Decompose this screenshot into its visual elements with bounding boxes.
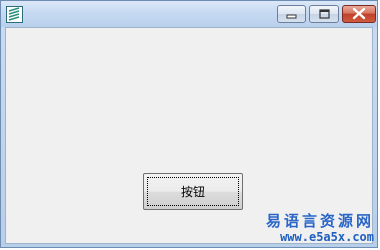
- watermark-title: 易语言资源网: [265, 212, 374, 230]
- app-icon[interactable]: [6, 6, 23, 23]
- maximize-button[interactable]: [309, 5, 339, 23]
- minimize-icon: [286, 14, 297, 19]
- focus-ring: [147, 177, 239, 206]
- app-window: 按钮: [0, 0, 378, 248]
- watermark-url: www.e5a5x.com: [280, 230, 374, 244]
- close-icon: [352, 7, 366, 20]
- maximize-icon: [319, 9, 330, 19]
- minimize-button[interactable]: [277, 5, 306, 23]
- watermark: 易语言资源网 www.e5a5x.com: [266, 213, 374, 245]
- title-bar[interactable]: [1, 1, 377, 27]
- main-button[interactable]: 按钮: [143, 173, 243, 210]
- close-button[interactable]: [342, 5, 376, 23]
